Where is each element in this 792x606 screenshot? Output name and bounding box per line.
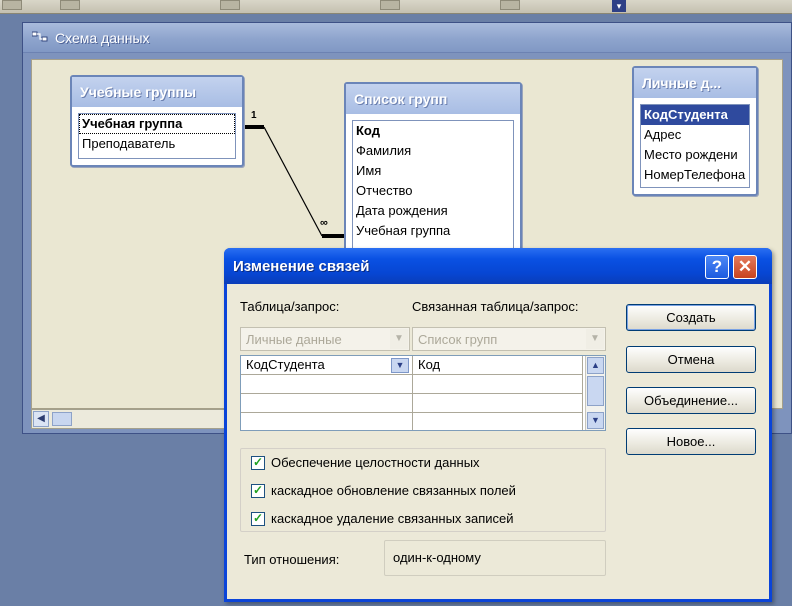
table-query-label: Таблица/запрос: [240, 299, 340, 314]
table-spisok-grupp[interactable]: Список групп Код Фамилия Имя Отчество Да… [344, 82, 522, 258]
chevron-down-icon: ▼ [390, 329, 408, 349]
field-item[interactable]: Код [353, 121, 513, 141]
dialog-title: Изменение связей [233, 258, 370, 275]
horizontal-scrollbar[interactable]: ◀ [31, 409, 239, 429]
field-item[interactable]: Учебная группа [79, 114, 235, 134]
chevron-down-icon[interactable]: ▼ [391, 358, 409, 373]
field-item[interactable]: Учебная группа [353, 221, 513, 241]
field-item[interactable]: Место рождени [641, 145, 749, 165]
window-title: Схема данных [55, 30, 150, 46]
checkbox-label: каскадное удаление связанных записей [271, 511, 514, 526]
dialog-titlebar[interactable]: Изменение связей ? ✕ [224, 248, 772, 284]
cascade-update-checkbox[interactable]: ✓ [251, 484, 265, 498]
grid-cell-empty[interactable] [413, 375, 583, 394]
scroll-left-icon[interactable]: ◀ [33, 411, 49, 427]
table-title[interactable]: Список групп [346, 84, 520, 114]
grid-cell-left[interactable]: КодСтудента ▼ [241, 356, 413, 375]
close-icon[interactable]: ✕ [733, 255, 757, 279]
cancel-button[interactable]: Отмена [626, 346, 756, 373]
field-list: Код Фамилия Имя Отчество Дата рождения У… [352, 120, 514, 250]
field-list: Учебная группа Преподаватель [78, 113, 236, 159]
grid-vertical-scrollbar[interactable]: ▲ ▼ [585, 356, 605, 430]
grid-cell-empty[interactable] [241, 413, 413, 430]
scrollbar-thumb[interactable] [587, 376, 604, 406]
field-item-selected[interactable]: КодСтудента [641, 105, 749, 125]
relation-type-value: один-к-одному [384, 540, 606, 576]
app-toolbar-strip: ▾ [0, 0, 792, 14]
field-item[interactable]: Адрес [641, 125, 749, 145]
grid-cell-empty[interactable] [413, 394, 583, 413]
scroll-down-icon[interactable]: ▼ [587, 412, 604, 429]
checkbox-label: Обеспечение целостности данных [271, 455, 480, 470]
table-combo-value: Личные данные [246, 332, 342, 347]
grid-cell-empty[interactable] [241, 394, 413, 413]
table-title[interactable]: Личные д... [634, 68, 756, 98]
toolbar-button[interactable] [220, 0, 240, 10]
help-icon[interactable]: ? [705, 255, 729, 279]
cascade-delete-checkbox[interactable]: ✓ [251, 512, 265, 526]
table-uchebnye-gruppy[interactable]: Учебные группы Учебная группа Преподават… [70, 75, 244, 167]
new-button[interactable]: Новое... [626, 428, 756, 455]
referential-integrity-checkbox[interactable]: ✓ [251, 456, 265, 470]
many-side-marker: ∞ [320, 217, 328, 229]
field-item[interactable]: Преподаватель [79, 134, 235, 154]
toolbar-dropdown-icon[interactable]: ▾ [612, 0, 626, 12]
field-item[interactable]: НомерТелефона [641, 165, 749, 185]
checkbox-label: каскадное обновление связанных полей [271, 483, 516, 498]
scrollbar-thumb[interactable] [52, 412, 72, 426]
field-list: КодСтудента Адрес Место рождени НомерТел… [640, 104, 750, 188]
grid-cell-right[interactable]: Код [413, 356, 583, 375]
grid-cell-empty[interactable] [241, 375, 413, 394]
toolbar-button[interactable] [60, 0, 80, 10]
relationships-icon [32, 31, 48, 42]
toolbar-button[interactable] [380, 0, 400, 10]
one-side-marker: 1 [251, 110, 257, 121]
table-combo: Личные данные ▼ [240, 327, 410, 351]
toolbar-button[interactable] [500, 0, 520, 10]
create-button[interactable]: Создать [626, 304, 756, 331]
field-mapping-grid: КодСтудента ▼ Код ▲ ▼ [240, 355, 606, 431]
relationships-window-titlebar[interactable]: Схема данных [23, 23, 791, 53]
field-item[interactable]: Имя [353, 161, 513, 181]
relation-type-label: Тип отношения: [244, 552, 340, 567]
toolbar-button[interactable] [2, 0, 22, 10]
field-item[interactable]: Фамилия [353, 141, 513, 161]
chevron-down-icon: ▼ [586, 329, 604, 349]
table-title[interactable]: Учебные группы [72, 77, 242, 107]
table-lichnye-dannye[interactable]: Личные д... КодСтудента Адрес Место рожд… [632, 66, 758, 196]
edit-relationships-dialog: Изменение связей ? ✕ Таблица/запрос: Свя… [224, 248, 772, 602]
field-item[interactable]: Дата рождения [353, 201, 513, 221]
field-item[interactable]: Отчество [353, 181, 513, 201]
grid-cell-left-value: КодСтудента [246, 357, 325, 372]
options-group: ✓ Обеспечение целостности данных ✓ каска… [240, 448, 606, 532]
related-table-combo: Список групп ▼ [412, 327, 606, 351]
related-combo-value: Список групп [418, 332, 498, 347]
join-type-button[interactable]: Объединение... [626, 387, 756, 414]
grid-cell-empty[interactable] [413, 413, 583, 430]
scroll-up-icon[interactable]: ▲ [587, 357, 604, 374]
related-table-label: Связанная таблица/запрос: [412, 299, 579, 314]
